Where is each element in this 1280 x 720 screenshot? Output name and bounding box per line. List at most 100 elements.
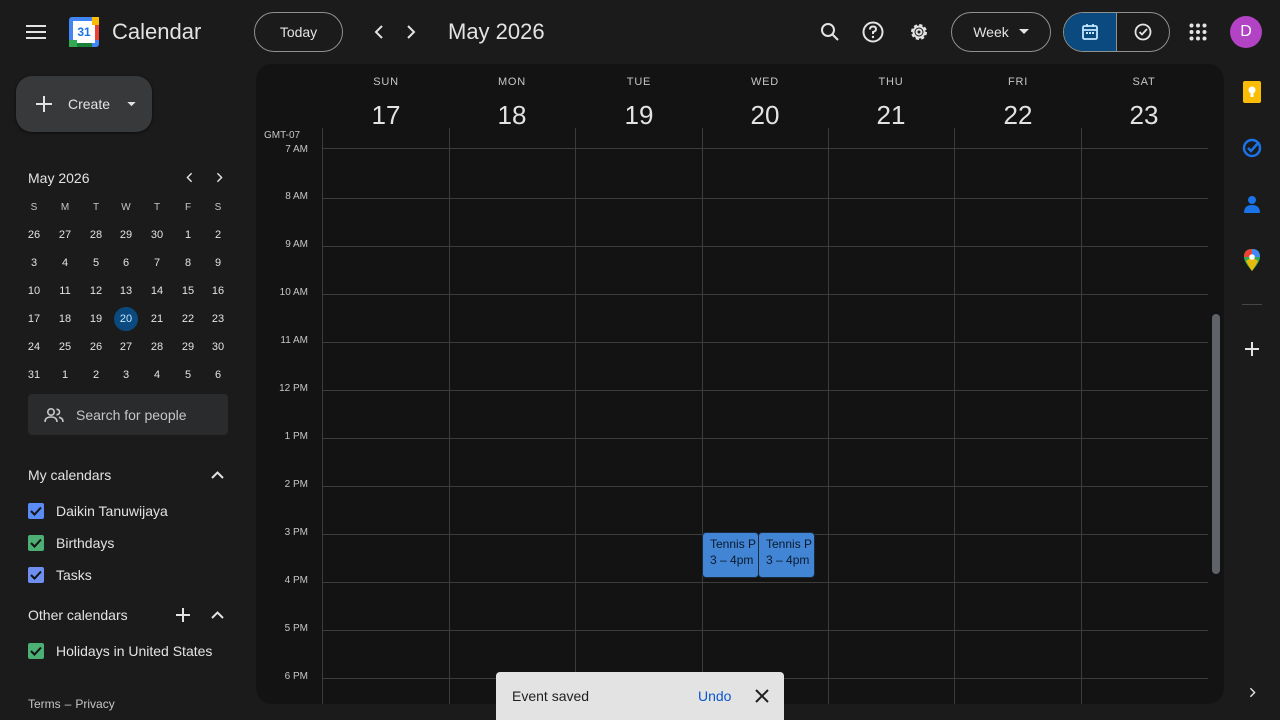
- calendar-list-item[interactable]: Tasks: [28, 563, 92, 587]
- calendar-mode-button[interactable]: [1064, 13, 1117, 51]
- mini-calendar-day[interactable]: 17: [22, 307, 46, 331]
- rail-divider: [1242, 304, 1262, 305]
- calendar-logo[interactable]: 31: [68, 16, 100, 48]
- main-menu-button[interactable]: [16, 12, 56, 52]
- mini-calendar-day[interactable]: 12: [84, 279, 108, 303]
- calendar-checkbox[interactable]: [28, 503, 44, 519]
- mini-calendar-day[interactable]: 15: [176, 279, 200, 303]
- other-calendars-heading[interactable]: Other calendars: [28, 607, 128, 623]
- calendar-checkbox[interactable]: [28, 567, 44, 583]
- mini-calendar-day[interactable]: 25: [53, 335, 77, 359]
- day-header[interactable]: SUN 17: [323, 64, 449, 148]
- hour-label: 7 AM: [285, 144, 308, 152]
- mini-calendar-day[interactable]: 2: [84, 363, 108, 387]
- mini-calendar-day[interactable]: 8: [176, 251, 200, 275]
- search-button[interactable]: [810, 12, 850, 52]
- maps-button[interactable]: [1232, 240, 1272, 280]
- mini-calendar-day[interactable]: 9: [206, 251, 230, 275]
- day-header[interactable]: WED 20: [702, 64, 828, 148]
- day-header[interactable]: SAT 23: [1081, 64, 1207, 148]
- mini-calendar-day[interactable]: 27: [114, 335, 138, 359]
- mini-calendar-day[interactable]: 6: [206, 363, 230, 387]
- mini-calendar-day[interactable]: 19: [84, 307, 108, 331]
- account-avatar[interactable]: D: [1230, 16, 1262, 48]
- day-number[interactable]: 21: [828, 100, 954, 131]
- day-number[interactable]: 18: [449, 100, 575, 131]
- add-other-calendar-button[interactable]: [170, 602, 196, 628]
- event-chip[interactable]: Tennis P 3 – 4pm: [758, 532, 815, 578]
- mini-calendar-day[interactable]: 6: [114, 251, 138, 275]
- view-switcher-dropdown[interactable]: Week: [951, 12, 1051, 52]
- mini-calendar-day[interactable]: 3: [114, 363, 138, 387]
- mini-calendar-day[interactable]: 26: [84, 335, 108, 359]
- mini-calendar-day[interactable]: 28: [145, 335, 169, 359]
- mini-calendar-day[interactable]: 24: [22, 335, 46, 359]
- mini-calendar-day[interactable]: 1: [176, 223, 200, 247]
- mini-calendar-day[interactable]: 4: [145, 363, 169, 387]
- google-apps-button[interactable]: [1178, 12, 1218, 52]
- day-header[interactable]: THU 21: [828, 64, 954, 148]
- mini-calendar-day[interactable]: 26: [22, 223, 46, 247]
- mini-calendar-day[interactable]: 31: [22, 363, 46, 387]
- mini-calendar-day[interactable]: 28: [84, 223, 108, 247]
- day-header[interactable]: MON 18: [449, 64, 575, 148]
- day-number[interactable]: 22: [955, 100, 1081, 131]
- help-button[interactable]: [853, 12, 893, 52]
- mini-calendar-day[interactable]: 21: [145, 307, 169, 331]
- mini-calendar-day[interactable]: 30: [145, 223, 169, 247]
- search-people-input[interactable]: Search for people: [28, 394, 228, 435]
- mini-calendar-day[interactable]: 22: [176, 307, 200, 331]
- mini-calendar-day[interactable]: 18: [53, 307, 77, 331]
- mini-calendar-day[interactable]: 27: [53, 223, 77, 247]
- mini-calendar-prev-button[interactable]: [176, 164, 202, 190]
- create-button[interactable]: Create: [16, 76, 152, 132]
- scrollbar-thumb[interactable]: [1212, 314, 1220, 574]
- mini-calendar-day[interactable]: 2: [206, 223, 230, 247]
- keep-button[interactable]: [1232, 72, 1272, 112]
- mini-calendar-day[interactable]: 5: [84, 251, 108, 275]
- mini-calendar-day[interactable]: 10: [22, 279, 46, 303]
- mini-calendar-day-selected[interactable]: 20: [114, 307, 138, 331]
- get-addons-button[interactable]: [1232, 329, 1272, 369]
- mini-calendar-day[interactable]: 5: [176, 363, 200, 387]
- calendar-list-item[interactable]: Birthdays: [28, 531, 114, 555]
- day-number[interactable]: 23: [1081, 100, 1207, 131]
- mini-calendar-day[interactable]: 1: [53, 363, 77, 387]
- calendar-list-item[interactable]: Daikin Tanuwijaya: [28, 499, 168, 523]
- mini-calendar-day[interactable]: 4: [53, 251, 77, 275]
- mini-calendar-day[interactable]: 7: [145, 251, 169, 275]
- mini-calendar-day[interactable]: 29: [176, 335, 200, 359]
- day-header[interactable]: TUE 19: [576, 64, 702, 148]
- settings-button[interactable]: [899, 12, 939, 52]
- tasks-mode-button[interactable]: [1117, 13, 1169, 51]
- privacy-link[interactable]: Privacy: [75, 697, 114, 711]
- my-calendars-collapse-button[interactable]: [204, 462, 230, 488]
- mini-calendar-day[interactable]: 3: [22, 251, 46, 275]
- day-number[interactable]: 20: [702, 100, 828, 131]
- day-number[interactable]: 17: [323, 100, 449, 131]
- expand-side-panel-button[interactable]: [1232, 672, 1272, 712]
- other-calendars-collapse-button[interactable]: [204, 602, 230, 628]
- mini-calendar-day[interactable]: 16: [206, 279, 230, 303]
- calendar-checkbox[interactable]: [28, 535, 44, 551]
- mini-calendar-day[interactable]: 13: [114, 279, 138, 303]
- mini-calendar-day[interactable]: 30: [206, 335, 230, 359]
- mini-calendar-day[interactable]: 23: [206, 307, 230, 331]
- tasks-button[interactable]: [1232, 128, 1272, 168]
- contacts-button[interactable]: [1232, 184, 1272, 224]
- calendar-checkbox[interactable]: [28, 643, 44, 659]
- calendar-list-item[interactable]: Holidays in United States: [28, 639, 212, 663]
- terms-link[interactable]: Terms: [28, 697, 61, 711]
- snackbar-close-button[interactable]: [746, 680, 778, 712]
- day-number[interactable]: 19: [576, 100, 702, 131]
- mini-calendar-day[interactable]: 14: [145, 279, 169, 303]
- day-header[interactable]: FRI 22: [955, 64, 1081, 148]
- mini-calendar-next-button[interactable]: [206, 164, 232, 190]
- undo-button[interactable]: Undo: [698, 688, 731, 704]
- my-calendars-heading[interactable]: My calendars: [28, 467, 111, 483]
- today-button[interactable]: Today: [254, 12, 343, 52]
- mini-calendar-day[interactable]: 29: [114, 223, 138, 247]
- next-week-button[interactable]: [391, 12, 431, 52]
- mini-calendar-day[interactable]: 11: [53, 279, 77, 303]
- event-chip[interactable]: Tennis P 3 – 4pm: [702, 532, 759, 578]
